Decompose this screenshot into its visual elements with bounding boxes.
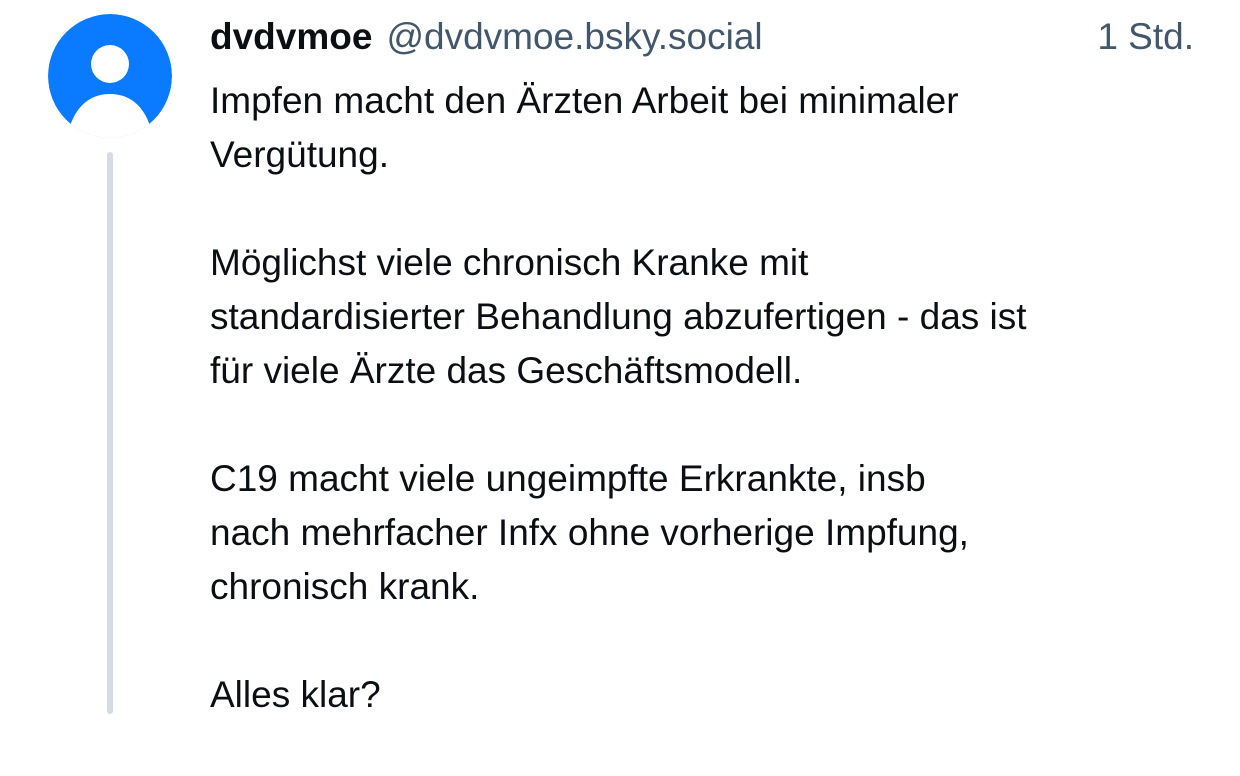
post-paragraph: Impfen macht den Ärzten Arbeit bei minim…	[210, 80, 959, 175]
post-paragraph: C19 macht viele ungeimpfte Erkrankte, in…	[210, 458, 969, 607]
post-paragraph: Möglichst viele chronisch Kranke mit sta…	[210, 242, 1027, 391]
thread-connector-line	[107, 152, 113, 714]
author-display-name[interactable]: dvdvmoe	[210, 16, 372, 58]
author-avatar[interactable]	[48, 14, 172, 138]
post-header: dvdvmoe @dvdvmoe.bsky.social 1 Std.	[210, 16, 1194, 64]
default-user-avatar-icon	[48, 14, 172, 138]
author-handle[interactable]: @dvdvmoe.bsky.social	[386, 16, 762, 58]
post-timestamp[interactable]: 1 Std.	[1097, 16, 1194, 58]
post-text: Impfen macht den Ärzten Arbeit bei minim…	[210, 74, 1210, 776]
